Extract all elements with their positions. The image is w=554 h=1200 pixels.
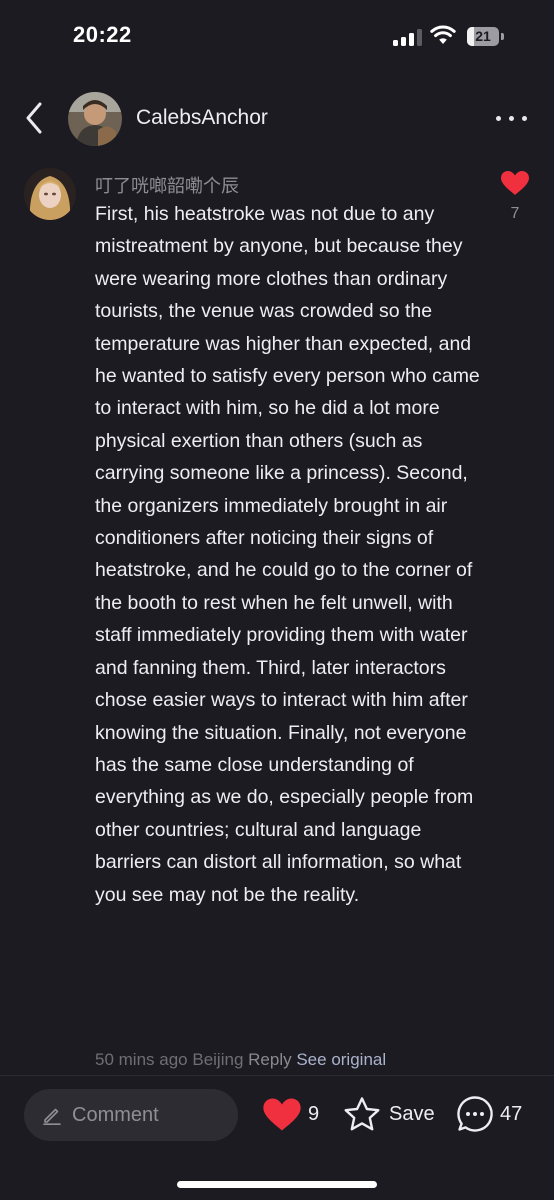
comment-location: Beijing <box>192 1050 244 1069</box>
chat-bubble-icon <box>457 1096 493 1132</box>
comment-text: First, his heatstroke was not due to any… <box>95 203 480 906</box>
comment-meta: 50 mins ago Beijing Reply See original <box>95 1050 386 1070</box>
cellular-signal-icon <box>393 28 423 46</box>
comment-count: 47 <box>500 1103 523 1125</box>
comment-avatar[interactable] <box>24 168 76 220</box>
battery-level-text: 21 <box>475 28 491 44</box>
home-indicator[interactable] <box>177 1181 377 1188</box>
status-time: 20:22 <box>73 22 132 47</box>
chevron-left-icon[interactable] <box>20 98 52 138</box>
comments-button[interactable]: 47 <box>456 1090 532 1140</box>
avatar[interactable] <box>68 92 122 146</box>
ellipsis-icon[interactable] <box>490 106 534 130</box>
comment-time: 50 mins ago <box>95 1050 188 1069</box>
reply-button[interactable]: Reply <box>248 1050 291 1069</box>
pencil-icon <box>43 1108 61 1125</box>
heart-icon[interactable] <box>500 170 530 196</box>
comment-username[interactable]: 叮了咣啷韶嘞个辰 <box>95 172 239 198</box>
wifi-icon <box>430 25 456 44</box>
like-button[interactable]: 9 <box>262 1090 326 1140</box>
status-bar: 20:22 21 <box>0 0 554 74</box>
comment-input-placeholder: Comment <box>72 1104 159 1126</box>
heart-icon <box>263 1098 301 1131</box>
see-original-link[interactable]: See original <box>296 1050 386 1069</box>
save-button[interactable]: Save <box>343 1090 439 1140</box>
header: CalebsAnchor <box>0 88 554 150</box>
comment-input[interactable]: Comment <box>24 1089 238 1141</box>
comment-like-count: 7 <box>510 205 520 222</box>
star-icon <box>344 1097 380 1131</box>
like-count: 9 <box>308 1103 320 1125</box>
header-username[interactable]: CalebsAnchor <box>136 106 268 130</box>
battery-icon: 21 <box>467 27 499 46</box>
battery-tip <box>501 33 504 40</box>
save-label: Save <box>389 1103 435 1125</box>
